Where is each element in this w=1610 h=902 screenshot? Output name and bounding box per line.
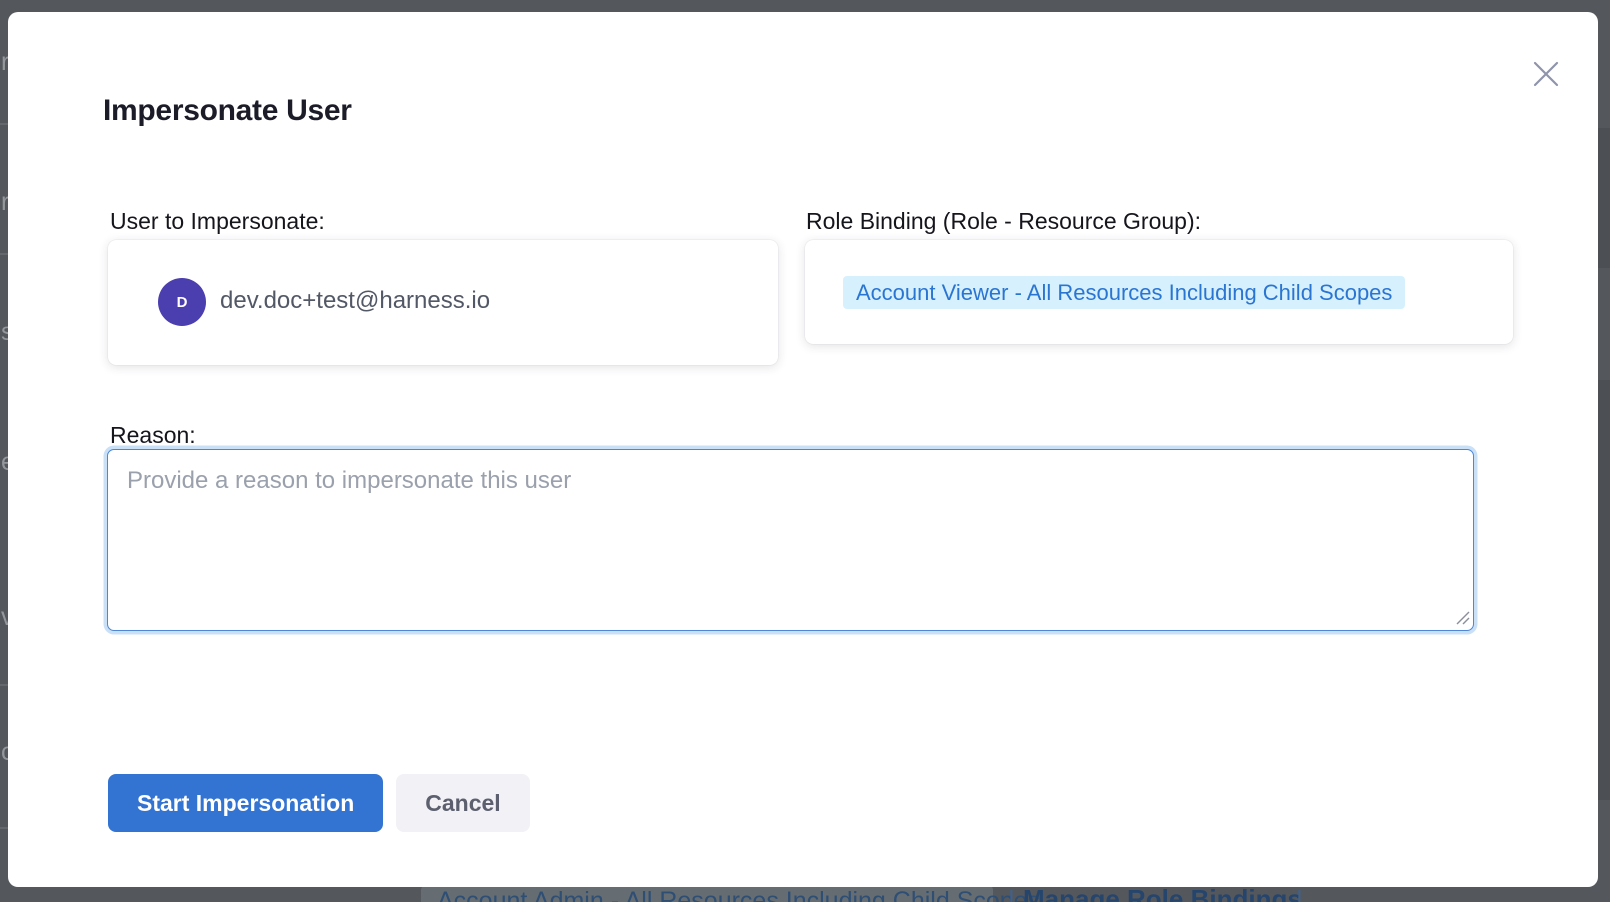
bg-divider bbox=[0, 827, 8, 829]
close-icon[interactable] bbox=[1524, 52, 1568, 96]
screen: r r s e ve ct Account Admin - All Resour… bbox=[0, 0, 1610, 902]
user-to-impersonate-label: User to Impersonate: bbox=[110, 208, 325, 235]
avatar: D bbox=[158, 278, 206, 326]
user-card: D dev.doc+test@harness.io bbox=[108, 240, 778, 365]
bg-separator: | bbox=[1008, 885, 1015, 902]
page-title: Impersonate User bbox=[103, 94, 352, 128]
reason-input[interactable] bbox=[107, 449, 1474, 631]
start-impersonation-button[interactable]: Start Impersonation bbox=[108, 774, 383, 832]
role-binding-card: Account Viewer - All Resources Including… bbox=[805, 240, 1513, 344]
role-binding-chip[interactable]: Account Viewer - All Resources Including… bbox=[843, 276, 1405, 309]
impersonate-user-modal: Impersonate User User to Impersonate: D … bbox=[8, 12, 1598, 887]
bg-scrollbar-fragment bbox=[1598, 128, 1610, 268]
cancel-button[interactable]: Cancel bbox=[396, 774, 529, 832]
modal-actions: Start Impersonation Cancel bbox=[108, 774, 530, 832]
bg-scrollbar-fragment bbox=[1598, 380, 1610, 800]
user-email: dev.doc+test@harness.io bbox=[220, 287, 490, 315]
close-icon-glyph bbox=[1531, 59, 1561, 89]
bg-divider bbox=[0, 123, 8, 125]
bg-divider bbox=[0, 684, 8, 686]
bg-separator: | bbox=[1296, 885, 1303, 902]
reason-label: Reason: bbox=[110, 422, 196, 449]
bg-divider bbox=[0, 253, 8, 255]
bg-role-tag-label: Account Admin - All Resources Including … bbox=[437, 887, 1040, 902]
role-binding-label: Role Binding (Role - Resource Group): bbox=[806, 208, 1201, 235]
